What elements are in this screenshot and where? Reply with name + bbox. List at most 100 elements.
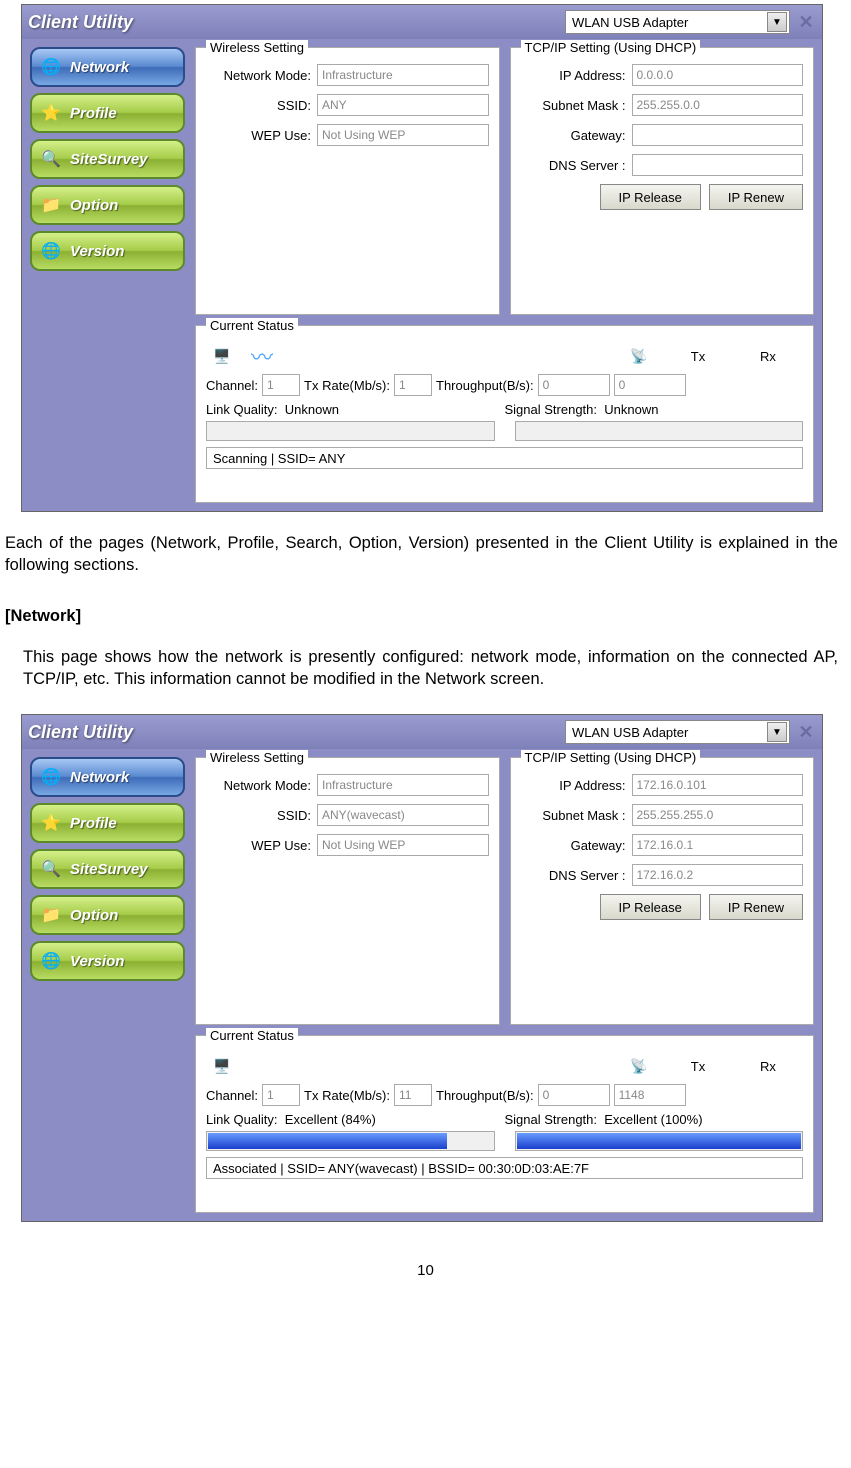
gateway-field: 172.16.0.1: [632, 834, 804, 856]
ip-renew-button[interactable]: IP Renew: [709, 184, 803, 210]
subnet-field: 255.255.0.0: [632, 94, 804, 116]
client-utility-window-2: Client Utility WLAN USB Adapter ▼ ✕ 🌐 Ne…: [21, 714, 823, 1222]
dns-label: DNS Server :: [521, 868, 626, 883]
nav-sitesurvey-label: SiteSurvey: [70, 151, 148, 168]
close-icon[interactable]: ✕: [796, 722, 816, 742]
close-icon[interactable]: ✕: [796, 12, 816, 32]
network-mode-field: Infrastructure: [317, 774, 489, 796]
ip-release-button[interactable]: IP Release: [600, 184, 701, 210]
ip-renew-button[interactable]: IP Renew: [709, 894, 803, 920]
rx-label: Rx: [733, 349, 803, 364]
ip-label: IP Address:: [521, 778, 626, 793]
link-quality-bar: [206, 421, 495, 441]
txrate-field: 1: [394, 374, 432, 396]
gear-icon: 📁: [38, 192, 64, 218]
nav-option-label: Option: [70, 907, 118, 924]
link-quality-label: Link Quality:: [206, 1112, 278, 1127]
app-title: Client Utility: [28, 722, 133, 743]
star-icon: ⭐: [38, 100, 64, 126]
channel-field: 1: [262, 374, 300, 396]
nav-option[interactable]: 📁 Option: [30, 185, 185, 225]
doc-para-2: This page shows how the network is prese…: [23, 646, 838, 691]
signal-waves-icon: 〰: [246, 342, 278, 370]
nav-sitesurvey[interactable]: 🔍 SiteSurvey: [30, 139, 185, 179]
nav-version[interactable]: 🌐 Version: [30, 941, 185, 981]
nav-profile[interactable]: ⭐ Profile: [30, 93, 185, 133]
titlebar: Client Utility WLAN USB Adapter ▼ ✕: [22, 715, 822, 749]
status-legend: Current Status: [206, 318, 298, 333]
nav-network-label: Network: [70, 769, 129, 786]
nav-network-label: Network: [70, 59, 129, 76]
nav-profile-label: Profile: [70, 815, 117, 832]
channel-field: 1: [262, 1084, 300, 1106]
throughput-tx-field: 0: [538, 1084, 610, 1106]
dns-label: DNS Server :: [521, 158, 626, 173]
ssid-field: ANY(wavecast): [317, 804, 489, 826]
subnet-label: Subnet Mask :: [521, 808, 626, 823]
dns-field: 172.16.0.2: [632, 864, 804, 886]
ssid-field: ANY: [317, 94, 489, 116]
client-utility-window-1: Client Utility WLAN USB Adapter ▼ ✕ 🌐 Ne…: [21, 4, 823, 512]
nav-network[interactable]: 🌐 Network: [30, 47, 185, 87]
star-icon: ⭐: [38, 810, 64, 836]
signal-strength-value: Excellent (100%): [604, 1112, 702, 1127]
tx-label: Tx: [663, 1059, 733, 1074]
tcpip-legend: TCP/IP Setting (Using DHCP): [521, 40, 701, 55]
adapter-value: WLAN USB Adapter: [572, 15, 688, 30]
wireless-legend: Wireless Setting: [206, 750, 308, 765]
ssid-label: SSID:: [206, 808, 311, 823]
wep-field: Not Using WEP: [317, 834, 489, 856]
signal-strength-label: Signal Strength:: [505, 1112, 598, 1127]
tx-label: Tx: [663, 349, 733, 364]
ip-label: IP Address:: [521, 68, 626, 83]
network-mode-label: Network Mode:: [206, 68, 311, 83]
subnet-label: Subnet Mask :: [521, 98, 626, 113]
adapter-dropdown[interactable]: WLAN USB Adapter ▼: [565, 720, 790, 744]
gateway-field: [632, 124, 804, 146]
wep-label: WEP Use:: [206, 838, 311, 853]
sidebar: 🌐 Network ⭐ Profile 🔍 SiteSurvey 📁 Optio…: [30, 47, 185, 503]
wep-label: WEP Use:: [206, 128, 311, 143]
globe-icon: 🌐: [38, 238, 64, 264]
monitor-icon: 🖥️: [206, 342, 238, 370]
titlebar: Client Utility WLAN USB Adapter ▼ ✕: [22, 5, 822, 39]
wireless-setting-panel: Wireless Setting Network Mode: Infrastru…: [195, 757, 500, 1025]
chevron-down-icon: ▼: [767, 12, 787, 32]
ssid-label: SSID:: [206, 98, 311, 113]
link-quality-bar: [206, 1131, 495, 1151]
dns-field: [632, 154, 804, 176]
nav-version[interactable]: 🌐 Version: [30, 231, 185, 271]
nav-network[interactable]: 🌐 Network: [30, 757, 185, 797]
nav-sitesurvey[interactable]: 🔍 SiteSurvey: [30, 849, 185, 889]
adapter-dropdown[interactable]: WLAN USB Adapter ▼: [565, 10, 790, 34]
wep-field: Not Using WEP: [317, 124, 489, 146]
signal-strength-label: Signal Strength:: [505, 402, 598, 417]
tcpip-setting-panel: TCP/IP Setting (Using DHCP) IP Address: …: [510, 757, 815, 1025]
tcpip-legend: TCP/IP Setting (Using DHCP): [521, 750, 701, 765]
current-status-panel: Current Status 🖥️ 📡 Tx Rx Channel: 1 Tx …: [195, 1035, 814, 1213]
nav-option-label: Option: [70, 197, 118, 214]
signal-strength-value: Unknown: [604, 402, 658, 417]
network-mode-field: Infrastructure: [317, 64, 489, 86]
nav-version-label: Version: [70, 243, 124, 260]
nav-option[interactable]: 📁 Option: [30, 895, 185, 935]
monitor-icon: 🖥️: [206, 1052, 238, 1080]
search-icon: 🔍: [38, 856, 64, 882]
signal-strength-bar: [515, 421, 804, 441]
section-heading: [Network]: [5, 607, 846, 626]
signal-strength-bar: [515, 1131, 804, 1151]
ip-release-button[interactable]: IP Release: [600, 894, 701, 920]
txrate-field: 11: [394, 1084, 432, 1106]
txrate-label: Tx Rate(Mb/s):: [304, 1088, 390, 1103]
status-bar: Associated | SSID= ANY(wavecast) | BSSID…: [206, 1157, 803, 1179]
page-number: 10: [5, 1262, 846, 1289]
network-mode-label: Network Mode:: [206, 778, 311, 793]
sidebar: 🌐 Network ⭐ Profile 🔍 SiteSurvey 📁 Optio…: [30, 757, 185, 1213]
throughput-label: Throughput(B/s):: [436, 378, 534, 393]
antenna-icon: 📡: [623, 342, 655, 370]
nav-profile[interactable]: ⭐ Profile: [30, 803, 185, 843]
chevron-down-icon: ▼: [767, 722, 787, 742]
link-quality-value: Unknown: [285, 402, 339, 417]
nav-profile-label: Profile: [70, 105, 117, 122]
link-quality-label: Link Quality:: [206, 402, 278, 417]
